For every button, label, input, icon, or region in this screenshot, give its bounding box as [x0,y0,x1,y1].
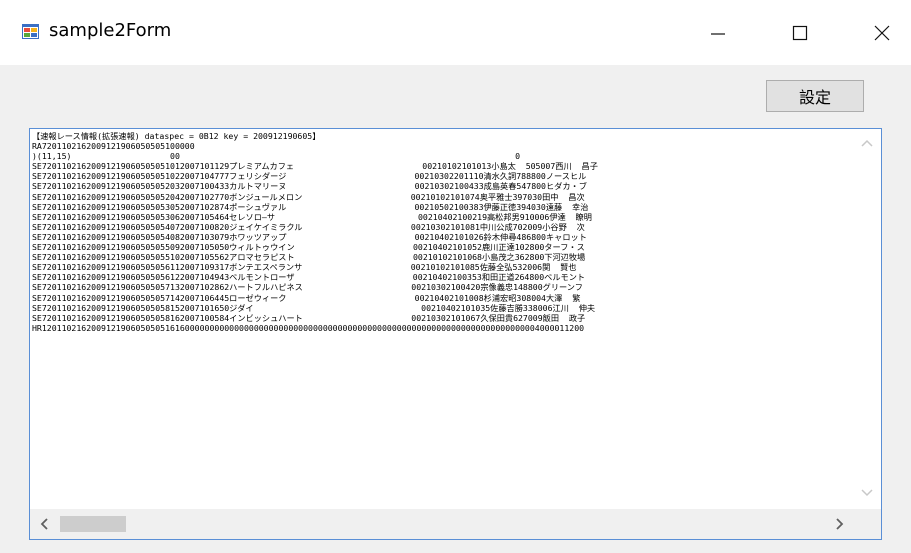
vertical-scrollbar[interactable] [853,129,881,509]
output-line: HR12011021620091219060505051616000000000… [32,322,585,333]
scroll-left-arrow-icon[interactable] [30,512,58,536]
output-line: RA7201102162009121906050505100000 [32,141,195,152]
output-text: 【速報レース情報(拡張速報) dataspec = 0B12 key = 200… [32,131,853,504]
output-textbox[interactable]: 【速報レース情報(拡張速報) dataspec = 0B12 key = 200… [29,128,882,540]
horizontal-scroll-thumb[interactable] [60,516,126,532]
output-line: SE72011021620091219060505055102007105562… [32,252,586,263]
scroll-up-arrow-icon[interactable] [853,131,881,155]
app-icon [22,24,39,39]
output-line: SE72011021620091219060505055092007105050… [32,242,585,253]
minimize-icon [711,32,725,35]
scroll-right-arrow-icon[interactable] [826,512,854,536]
window-title: sample2Form [49,20,172,41]
scrollbar-corner [853,509,881,539]
output-line: SE72011021620091219060505054072007100820… [32,221,585,232]
output-line: SE72011021620091219060505051022007104777… [32,171,587,182]
output-line: SE72011021620091219060505056122007104943… [32,272,586,283]
output-line: SE72011021620091219060505052032007100433… [32,181,587,192]
output-line: SE72011021620091219060505057142007106445… [32,292,581,303]
output-line: SE72011021620091219060505052042007102770… [32,191,585,202]
horizontal-scrollbar[interactable] [30,509,854,539]
output-line: SE72011021620091219060505058162007100584… [32,312,586,323]
minimize-button[interactable] [688,0,748,65]
output-line: )(11,15) 00 0 [32,151,520,162]
output-line: SE72011021620091219060505053052007102874… [32,201,589,212]
maximize-icon [792,25,808,40]
title-bar: sample2Form [0,0,911,65]
close-icon [874,25,890,40]
output-line: SE72011021620091219060505054082007103079… [32,231,587,242]
output-line: 【速報レース情報(拡張速報) dataspec = 0B12 key = 200… [32,131,321,141]
scroll-down-arrow-icon[interactable] [853,481,881,505]
close-button[interactable] [852,0,911,65]
output-line: SE72011021620091219060505053062007105464… [32,211,592,222]
settings-button[interactable]: 設定 [766,80,864,112]
output-line: SE72011021620091219060505056112007109317… [32,262,577,273]
output-line: SE72011021620091219060505057132007102862… [32,282,583,293]
maximize-button[interactable] [770,0,830,65]
output-line: SE72011021620091219060505058152007101650… [32,302,596,313]
output-line: SE7201102162009121906050505101200710112​… [32,161,598,172]
